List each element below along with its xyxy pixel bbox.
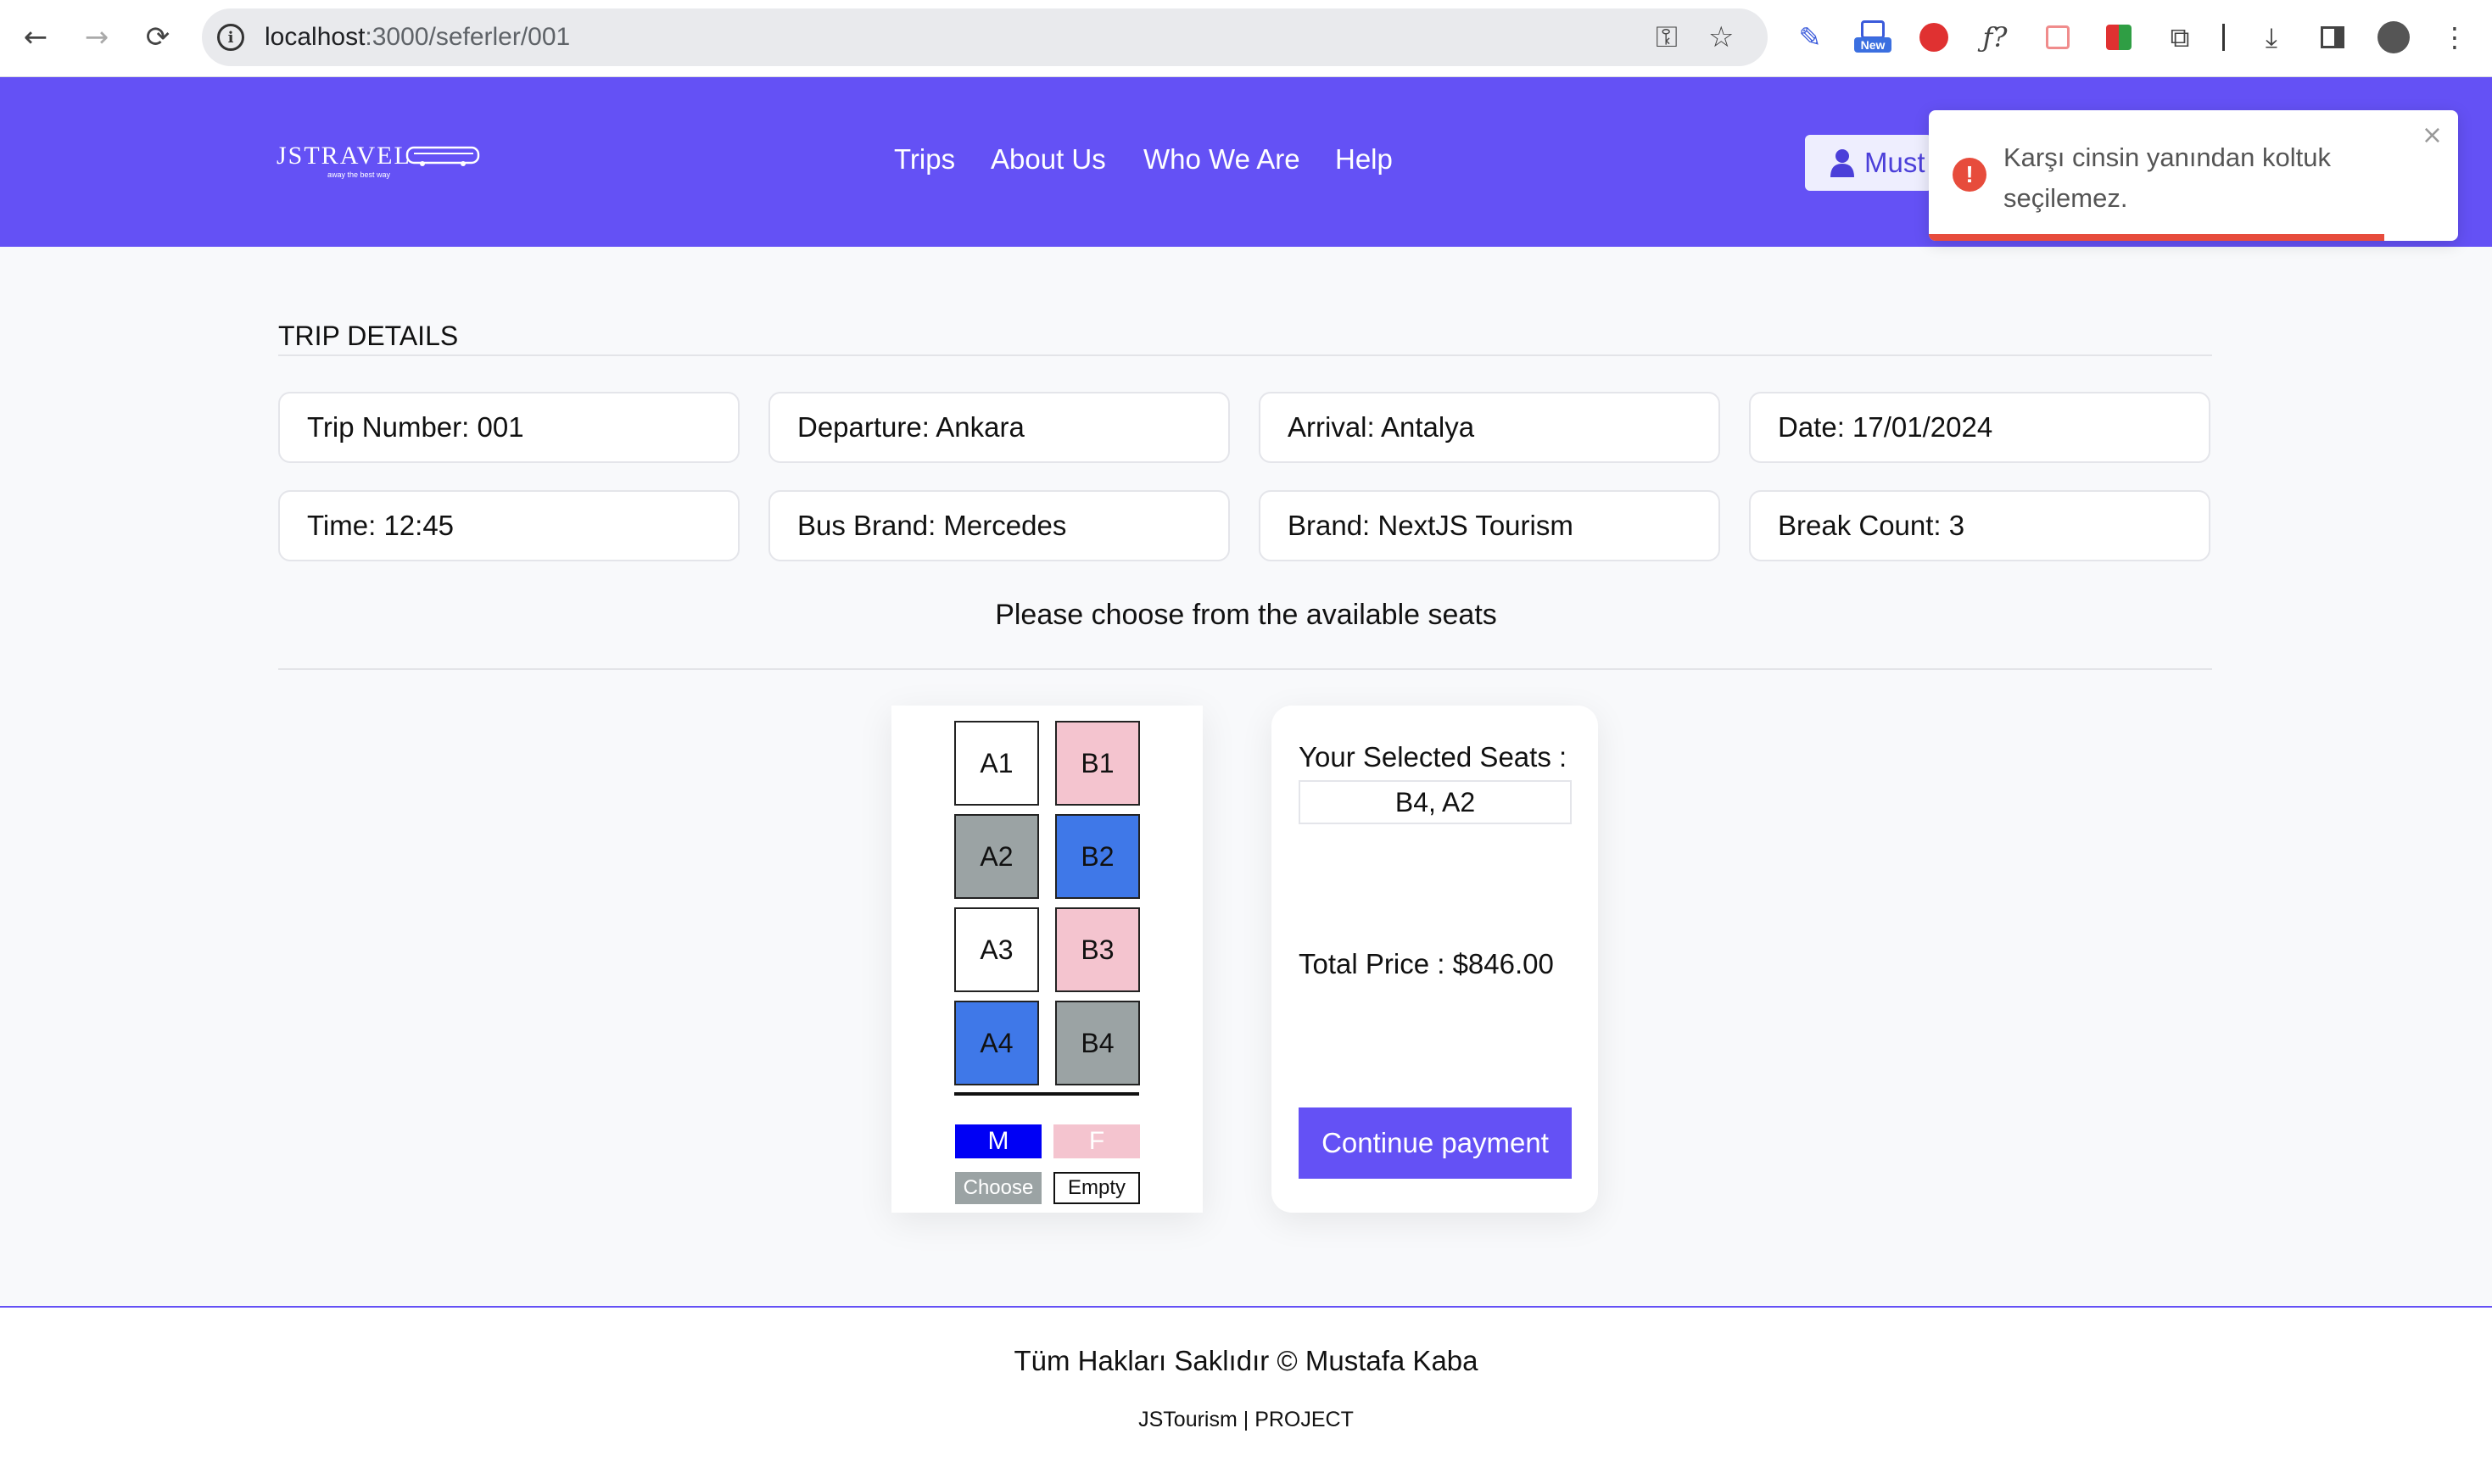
seat-a1[interactable]: A1 [954, 721, 1039, 806]
reload-icon[interactable]: ⟳ [139, 19, 176, 56]
calendar-extension-icon[interactable] [2039, 19, 2076, 56]
pen-extension-icon[interactable]: ✎ [1791, 19, 1829, 56]
order-summary: Your Selected Seats : B4, A2 Total Price… [1271, 706, 1598, 1213]
nav-about-us[interactable]: About Us [991, 143, 1106, 176]
error-toast[interactable]: ! Karşı cinsin yanından koltuk seçilemez… [1929, 110, 2458, 241]
arrival-card: Arrival: Antalya [1259, 392, 1720, 463]
choose-seats-text: Please choose from the available seats [995, 599, 1497, 631]
seat-a2[interactable]: A2 [954, 814, 1039, 899]
forward-icon[interactable]: → [78, 19, 115, 56]
selected-seats-value: B4, A2 [1299, 780, 1572, 824]
brand-card: Brand: NextJS Tourism [1259, 490, 1720, 561]
nav-who-we-are[interactable]: Who We Are [1143, 143, 1300, 176]
bus-icon [405, 146, 480, 166]
new-extension-icon[interactable]: New [1854, 19, 1891, 56]
close-icon[interactable]: × [2422, 120, 2443, 150]
puzzle-extensions-icon[interactable]: ⧉ [2161, 19, 2199, 56]
menu-dots-icon[interactable]: ⋮ [2436, 19, 2473, 56]
nav-help[interactable]: Help [1335, 143, 1393, 176]
shield-extension-icon[interactable] [1915, 19, 1953, 56]
seat-a3[interactable]: A3 [954, 907, 1039, 992]
url-host: localhost [265, 23, 366, 51]
toast-progress-bar [1929, 234, 2384, 241]
logo-tagline: away the best way [327, 170, 391, 179]
user-button[interactable]: Must [1805, 135, 1932, 191]
footer-copyright: Tüm Hakları Saklıdır © Mustafa Kaba [1014, 1345, 1478, 1376]
font-extension-icon[interactable]: ƒ? [1976, 19, 2014, 56]
legend-female: F [1053, 1124, 1140, 1158]
legend-male: M [955, 1124, 1042, 1158]
browser-toolbar: ← → ⟳ i localhost:3000/seferler/001 ⚿ ☆ … [0, 0, 2492, 77]
legend-empty: Empty [1053, 1172, 1140, 1204]
departure-card: Departure: Ankara [768, 392, 1230, 463]
section-title: TRIP DETAILS [278, 321, 459, 351]
back-icon[interactable]: ← [17, 19, 54, 56]
user-name: Must [1864, 147, 1925, 178]
seat-b2[interactable]: B2 [1055, 814, 1140, 899]
total-price: Total Price : $846.00 [1299, 948, 1554, 979]
legend-choose: Choose [955, 1172, 1042, 1204]
seat-map-divider [954, 1092, 1139, 1096]
seat-b1[interactable]: B1 [1055, 721, 1140, 806]
title-divider [278, 354, 2212, 356]
break-count-card: Break Count: 3 [1749, 490, 2210, 561]
color-extension-icon[interactable] [2100, 19, 2137, 56]
seat-map: A1 B1 A2 B2 A3 B3 A4 B4 M F Choose Empty [891, 706, 1203, 1213]
logo[interactable]: JSTRAVEL away the best way [277, 142, 480, 179]
toast-message: Karşı cinsin yanından koltuk seçilemez. [2003, 142, 2331, 213]
seats-divider [278, 668, 2212, 670]
nav-trips[interactable]: Trips [894, 143, 955, 176]
seat-a4[interactable]: A4 [954, 1001, 1039, 1085]
user-icon [1830, 149, 1854, 177]
toolbar-divider [2222, 24, 2225, 51]
logo-text: JSTRAVEL [277, 142, 411, 170]
key-icon[interactable]: ⚿ [1656, 20, 1678, 54]
side-panel-icon[interactable] [2314, 19, 2351, 56]
error-icon: ! [1953, 158, 1986, 192]
address-bar[interactable]: i localhost:3000/seferler/001 ⚿ ☆ [202, 8, 1768, 66]
date-card: Date: 17/01/2024 [1749, 392, 2210, 463]
time-card: Time: 12:45 [278, 490, 740, 561]
url-path: :3000/seferler/001 [365, 23, 571, 51]
footer: Tüm Hakları Saklıdır © Mustafa Kaba JSTo… [0, 1306, 2492, 1484]
bookmark-star-icon[interactable]: ☆ [1708, 20, 1734, 54]
profile-avatar[interactable] [2375, 19, 2412, 56]
bus-brand-card: Bus Brand: Mercedes [768, 490, 1230, 561]
selected-seats-label: Your Selected Seats : [1299, 741, 1567, 773]
url-text[interactable]: localhost:3000/seferler/001 [265, 23, 570, 52]
trip-number-card: Trip Number: 001 [278, 392, 740, 463]
seat-b3[interactable]: B3 [1055, 907, 1140, 992]
continue-payment-button[interactable]: Continue payment [1299, 1107, 1572, 1179]
site-info-icon[interactable]: i [217, 24, 244, 51]
seat-b4[interactable]: B4 [1055, 1001, 1140, 1085]
footer-project: JSTourism | PROJECT [1138, 1408, 1354, 1431]
new-badge: New [1854, 37, 1891, 53]
download-icon[interactable]: ⤓ [2253, 19, 2290, 56]
